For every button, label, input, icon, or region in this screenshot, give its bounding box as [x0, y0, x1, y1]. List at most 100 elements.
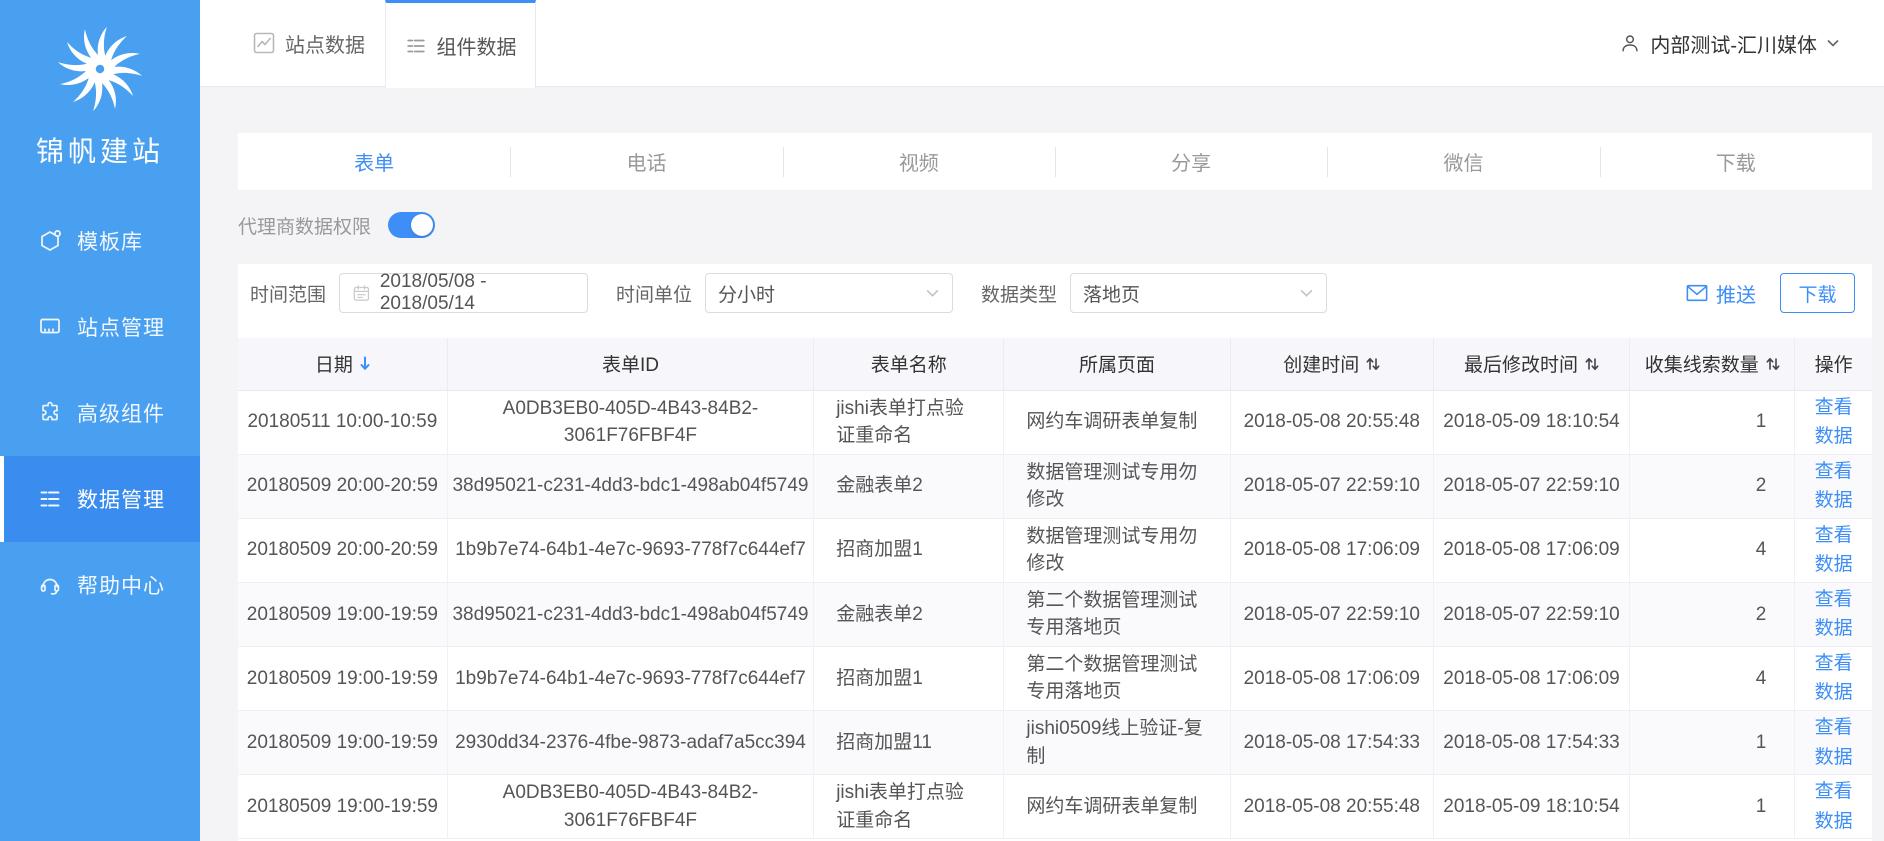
cell-modified: 2018-05-08 17:06:09 [1432, 518, 1630, 583]
time-range-label: 时间范围 [250, 284, 327, 306]
sidebar-item-template-library[interactable]: 模板库 [0, 198, 200, 284]
push-button[interactable]: 推送 [1686, 279, 1756, 308]
col-lead-count[interactable]: 收集线索数量 [1629, 338, 1795, 391]
subtab-phone[interactable]: 电话 [510, 133, 782, 190]
subtab-label: 微信 [1443, 153, 1484, 175]
subtab-form[interactable]: 表单 [238, 133, 510, 190]
cell-form-id: 1b9b7e74-64b1-4e7c-9693-778f7c644ef7 [446, 518, 814, 583]
data-table: 日期 表单ID 表单名称 所属页面 创建时间 最后修改时间 收集线索数量 操作 … [238, 338, 1872, 840]
agent-permission-toggle[interactable] [388, 212, 436, 238]
filter-bar: 时间范围 2018/05/08 - 2018/05/14 时间单位 分小时 数据… [238, 271, 1872, 314]
site-management-icon [40, 318, 60, 334]
subtab-label: 分享 [1171, 153, 1212, 175]
user-name: 内部测试-汇川媒体 [1650, 34, 1817, 57]
app-title: 锦帆建站 [35, 136, 164, 167]
site-data-chart-icon [253, 32, 275, 54]
envelope-icon [1686, 284, 1708, 302]
cell-date: 20180509 20:00-20:59 [238, 518, 448, 583]
download-button[interactable]: 下载 [1780, 273, 1855, 313]
app-logo [0, 26, 200, 112]
sidebar-item-label: 帮助中心 [77, 575, 165, 598]
agent-permission-row: 代理商数据权限 [238, 205, 1872, 245]
date-range-input[interactable]: 2018/05/08 - 2018/05/14 [339, 271, 589, 314]
table-row: 20180509 20:00-20:59 38d95021-c231-4dd3-b… [238, 454, 1872, 519]
cell-form-name: jishi表单打点验证重命名 [813, 774, 1004, 840]
cell-created: 2018-05-08 20:55:48 [1229, 774, 1434, 840]
subtab-download[interactable]: 下载 [1600, 133, 1872, 190]
sidebar-item-site-management[interactable]: 站点管理 [0, 284, 200, 370]
cell-page: 网约车调研表单复制 [1003, 774, 1231, 840]
col-modified[interactable]: 最后修改时间 [1432, 338, 1630, 391]
view-data-link[interactable]: 查看数据 [1813, 777, 1855, 836]
col-form-name: 表单名称 [813, 338, 1004, 391]
col-label: 收集线索数量 [1644, 355, 1759, 377]
view-data-link[interactable]: 查看数据 [1813, 393, 1855, 452]
cell-form-id: A0DB3EB0-405D-4B43-84B2-3061F76FBF4F [446, 390, 814, 455]
tab-site-data[interactable]: 站点数据 [253, 0, 365, 86]
cell-modified: 2018-05-09 18:10:54 [1432, 774, 1630, 840]
tab-component-data[interactable]: 组件数据 [385, 0, 536, 88]
table-row: 20180509 19:00-19:59 1b9b7e74-64b1-4e7c-9… [238, 646, 1872, 711]
cell-form-id: A0DB3EB0-405D-4B43-84B2-3061F76FBF4F [446, 774, 814, 840]
cell-date: 20180509 19:00-19:59 [238, 710, 448, 776]
col-label: 创建时间 [1283, 355, 1360, 377]
col-page: 所属页面 [1003, 338, 1231, 391]
cell-created: 2018-05-08 17:54:33 [1229, 710, 1434, 776]
view-data-link[interactable]: 查看数据 [1813, 457, 1855, 516]
tab-label: 站点数据 [285, 34, 365, 57]
col-label: 表单名称 [870, 355, 947, 377]
date-range-value: 2018/05/08 - 2018/05/14 [379, 271, 487, 314]
cell-actions: 查看数据 [1794, 582, 1872, 647]
time-unit-select[interactable]: 分小时 [705, 273, 954, 313]
col-date[interactable]: 日期 [238, 338, 448, 391]
cell-date: 20180511 10:00-10:59 [238, 390, 448, 455]
time-unit-label: 时间单位 [616, 284, 693, 306]
sidebar-menu: 模板库 站点管理 高级组件 数据管理 帮助中心 [0, 198, 200, 628]
sidebar-item-label: 数据管理 [77, 489, 165, 512]
download-label: 下载 [1798, 284, 1837, 306]
view-data-link[interactable]: 查看数据 [1813, 585, 1855, 644]
view-data-link[interactable]: 查看数据 [1813, 713, 1855, 772]
sidebar-item-label: 模板库 [77, 231, 143, 254]
cell-lead-count: 1 [1629, 710, 1795, 776]
pinwheel-logo-icon [57, 26, 143, 112]
cell-form-name: 招商加盟1 [813, 646, 1004, 711]
col-actions: 操作 [1794, 338, 1872, 391]
sidebar-item-data-management[interactable]: 数据管理 [0, 456, 200, 542]
cell-date: 20180509 19:00-19:59 [238, 646, 448, 711]
cell-actions: 查看数据 [1794, 390, 1872, 455]
cell-lead-count: 1 [1629, 774, 1795, 840]
data-type-value: 落地页 [1083, 284, 1141, 306]
cell-modified: 2018-05-08 17:54:33 [1432, 710, 1630, 776]
cell-form-name: jishi表单打点验证重命名 [813, 390, 1004, 455]
col-created[interactable]: 创建时间 [1229, 338, 1434, 391]
data-panel: 时间范围 2018/05/08 - 2018/05/14 时间单位 分小时 数据… [238, 264, 1872, 841]
data-type-select[interactable]: 落地页 [1070, 273, 1328, 313]
cell-page: 数据管理测试专用勿修改 [1003, 518, 1231, 583]
view-data-link[interactable]: 查看数据 [1813, 649, 1855, 708]
cell-lead-count: 4 [1629, 518, 1795, 583]
sidebar-item-help-center[interactable]: 帮助中心 [0, 542, 200, 628]
cell-modified: 2018-05-07 22:59:10 [1432, 582, 1630, 647]
view-data-link[interactable]: 查看数据 [1813, 521, 1855, 580]
subtab-wechat[interactable]: 微信 [1327, 133, 1599, 190]
subtab-video[interactable]: 视频 [783, 133, 1055, 190]
cell-page: jishi0509线上验证-复制 [1003, 710, 1231, 776]
sort-desc-icon [360, 356, 370, 371]
cell-page: 数据管理测试专用勿修改 [1003, 454, 1231, 519]
cell-form-id: 38d95021-c231-4dd3-bdc1-498ab04f5749 [446, 582, 814, 647]
table-body: 20180511 10:00-10:59 A0DB3EB0-405D-4B43-8… [238, 390, 1872, 840]
help-center-icon [40, 578, 60, 595]
component-type-tabs: 表单 电话 视频 分享 微信 下载 [238, 133, 1872, 190]
user-menu[interactable]: 内部测试-汇川媒体 [1619, 0, 1840, 86]
subtab-label: 下载 [1715, 153, 1756, 175]
cell-form-name: 招商加盟11 [813, 710, 1004, 776]
col-label: 操作 [1814, 355, 1853, 377]
sidebar-item-advanced-components[interactable]: 高级组件 [0, 370, 200, 456]
sort-both-icon [1366, 357, 1380, 370]
col-label: 表单ID [601, 355, 659, 377]
content-area: 表单 电话 视频 分享 微信 下载 代理商数据权限 时间范围 2018/05/0… [200, 87, 1884, 841]
table-row: 20180509 19:00-19:59 A0DB3EB0-405D-4B43-8… [238, 774, 1872, 840]
subtab-label: 电话 [626, 153, 667, 175]
subtab-share[interactable]: 分享 [1055, 133, 1327, 190]
